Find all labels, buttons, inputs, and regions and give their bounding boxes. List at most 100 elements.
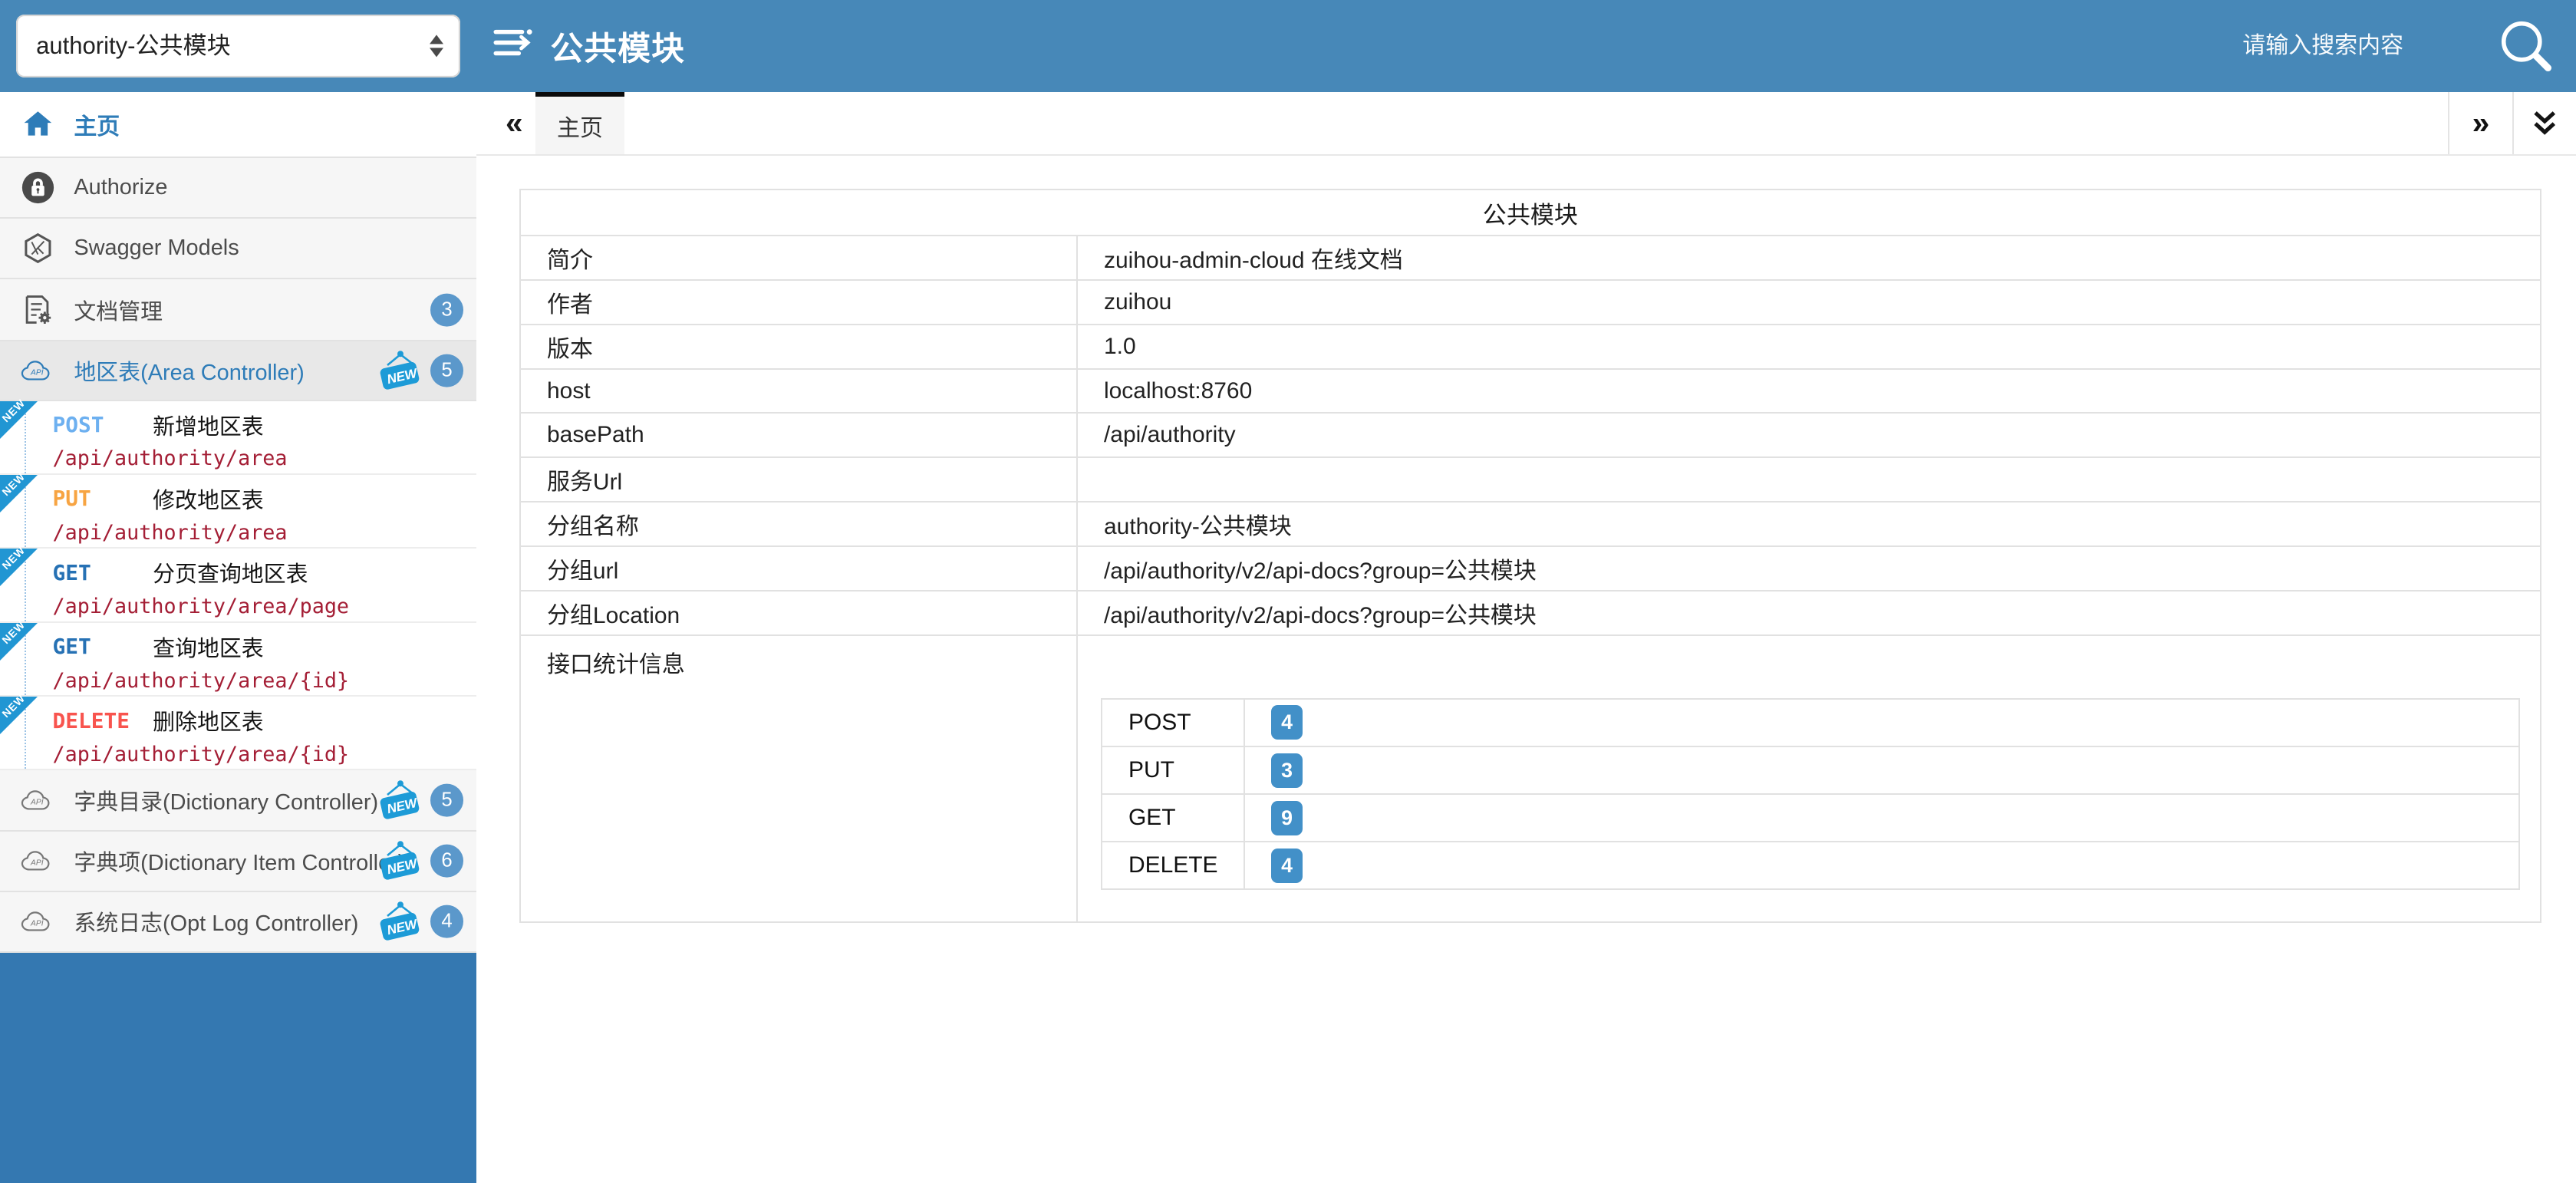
new-ribbon-icon: NEW — [0, 401, 38, 439]
sidebar: 主页 Authorize Swagger Models — [0, 92, 476, 1183]
sidebar-item-label: 字典项(Dictionary Item Controller) — [74, 845, 405, 877]
table-row: 简介 zuihou-admin-cloud 在线文档 — [520, 236, 2541, 280]
tab-home[interactable]: 主页 — [535, 92, 624, 154]
sidebar-item-home[interactable]: 主页 — [0, 92, 476, 158]
group-select[interactable]: authority-公共模块 — [16, 15, 460, 77]
row-label: 服务Url — [520, 457, 1077, 502]
sidebar-api-item[interactable]: NEW PUT 修改地区表 /api/authority/area — [0, 475, 476, 549]
http-method-label: PUT — [53, 486, 153, 511]
row-label: basePath — [520, 413, 1077, 457]
models-hexagon-icon — [20, 231, 56, 265]
row-value: localhost:8760 — [1077, 369, 2541, 414]
sidebar-item-swagger-models[interactable]: Swagger Models — [0, 219, 476, 279]
svg-text:API: API — [30, 368, 44, 377]
new-sign-icon: NEW — [376, 349, 422, 392]
sidebar-api-item[interactable]: NEW POST 新增地区表 /api/authority/area — [0, 401, 476, 475]
stats-row: 接口统计信息 POST 4 PUT 3 GET 9 DELETE 4 — [520, 635, 2541, 922]
stats-table-row: GET 9 — [1102, 794, 2519, 842]
module-info-table: 公共模块 简介 zuihou-admin-cloud 在线文档 作者 zuiho… — [519, 189, 2541, 923]
tab-bar: « 主页 » — [476, 92, 2576, 157]
count-badge: 3 — [430, 293, 463, 326]
swap-lines-icon — [492, 25, 535, 68]
http-method-label: POST — [53, 412, 153, 437]
stats-count-cell: 3 — [1244, 746, 2519, 794]
controller-list: API 字典目录(Dictionary Controller) NEW 5 AP… — [0, 770, 476, 953]
collapse-right-icon[interactable]: » — [2448, 92, 2512, 154]
api-title: 查询地区表 — [153, 631, 264, 663]
row-label: 版本 — [520, 325, 1077, 369]
new-sign-icon: NEW — [376, 901, 422, 944]
row-label: host — [520, 369, 1077, 414]
api-title: 删除地区表 — [153, 704, 264, 736]
api-title: 分页查询地区表 — [153, 556, 308, 588]
search-icon[interactable] — [2495, 15, 2556, 76]
page-title: 公共模块 — [550, 22, 685, 70]
sidebar-item-authorize[interactable]: Authorize — [0, 158, 476, 219]
http-method-label: GET — [53, 560, 153, 585]
row-label: 简介 — [520, 236, 1077, 280]
stats-count-cell: 4 — [1244, 842, 2519, 889]
double-chevron-down-icon[interactable] — [2512, 92, 2576, 154]
search-input[interactable] — [2239, 31, 2436, 61]
table-row: 分组Location /api/authority/v2/api-docs?gr… — [520, 591, 2541, 635]
new-ribbon-icon: NEW — [0, 623, 38, 661]
sidebar-controller-item[interactable]: API 字典目录(Dictionary Controller) NEW 5 — [0, 770, 476, 831]
sidebar-item-label: 系统日志(Opt Log Controller) — [74, 905, 358, 938]
table-row: 分组url /api/authority/v2/api-docs?group=公… — [520, 546, 2541, 591]
table-row: 版本 1.0 — [520, 325, 2541, 369]
row-label: 分组名称 — [520, 502, 1077, 546]
sidebar-controller-item[interactable]: API 字典项(Dictionary Item Controller) NEW … — [0, 832, 476, 892]
cloud-api-icon: API — [20, 354, 56, 387]
table-row: 分组名称 authority-公共模块 — [520, 502, 2541, 546]
stats-method: DELETE — [1102, 842, 1244, 889]
row-label: 分组Location — [520, 591, 1077, 635]
sidebar-api-item[interactable]: NEW DELETE 删除地区表 /api/authority/area/{id… — [0, 697, 476, 770]
new-ribbon-icon: NEW — [0, 475, 38, 512]
new-ribbon-icon: NEW — [0, 697, 38, 734]
collapse-left-icon[interactable]: « — [496, 92, 532, 154]
lock-icon — [20, 170, 56, 205]
sidebar-item-label: 主页 — [74, 107, 120, 141]
main-content: 公共模块 简介 zuihou-admin-cloud 在线文档 作者 zuiho… — [476, 156, 2576, 1183]
sidebar-item-label: 字典目录(Dictionary Controller) — [74, 784, 378, 816]
stats-count-badge: 3 — [1271, 753, 1303, 788]
stats-method: GET — [1102, 794, 1244, 842]
row-value: /api/authority — [1077, 413, 2541, 457]
sidebar-api-item[interactable]: NEW GET 查询地区表 /api/authority/area/{id} — [0, 623, 476, 697]
stats-table-row: DELETE 4 — [1102, 842, 2519, 889]
api-list: NEW POST 新增地区表 /api/authority/area NEW P… — [0, 401, 476, 771]
count-badge: 4 — [430, 905, 463, 938]
http-method-label: DELETE — [53, 708, 153, 733]
sidebar-api-item[interactable]: NEW GET 分页查询地区表 /api/authority/area/page — [0, 549, 476, 622]
tab-label: 主页 — [557, 109, 603, 143]
stats-method: PUT — [1102, 746, 1244, 794]
sidebar-item-label: Authorize — [74, 175, 167, 200]
sidebar-item-label: Swagger Models — [74, 236, 239, 261]
search-area — [2239, 0, 2576, 92]
api-path: /api/authority/area — [53, 521, 477, 545]
stats-label: 接口统计信息 — [520, 635, 1077, 922]
table-title-row: 公共模块 — [520, 189, 2541, 236]
row-label: 作者 — [520, 280, 1077, 325]
sidebar-controller-item[interactable]: API 系统日志(Opt Log Controller) NEW 4 — [0, 892, 476, 953]
svg-text:API: API — [30, 858, 44, 867]
table-row: 作者 zuihou — [520, 280, 2541, 325]
stats-count-badge: 9 — [1271, 801, 1303, 835]
table-row: host localhost:8760 — [520, 369, 2541, 414]
sidebar-item-area-controller[interactable]: API 地区表(Area Controller) NEW 5 — [0, 341, 476, 400]
api-path: /api/authority/area/{id} — [53, 669, 477, 693]
row-value: zuihou-admin-cloud 在线文档 — [1077, 236, 2541, 280]
stats-table-row: POST 4 — [1102, 699, 2519, 746]
stats-count-badge: 4 — [1271, 849, 1303, 883]
new-sign-icon: NEW — [376, 839, 422, 882]
api-path: /api/authority/area/page — [53, 595, 477, 618]
brand: 公共模块 — [492, 0, 685, 92]
table-title: 公共模块 — [520, 189, 2541, 236]
sidebar-item-doc-manage[interactable]: 文档管理 3 — [0, 279, 476, 341]
count-badge: 5 — [430, 784, 463, 817]
group-select-wrap: authority-公共模块 — [16, 15, 460, 77]
svg-text:API: API — [30, 798, 44, 806]
row-value: authority-公共模块 — [1077, 502, 2541, 546]
sidebar-item-label: 地区表(Area Controller) — [74, 354, 304, 387]
api-title: 修改地区表 — [153, 483, 264, 515]
